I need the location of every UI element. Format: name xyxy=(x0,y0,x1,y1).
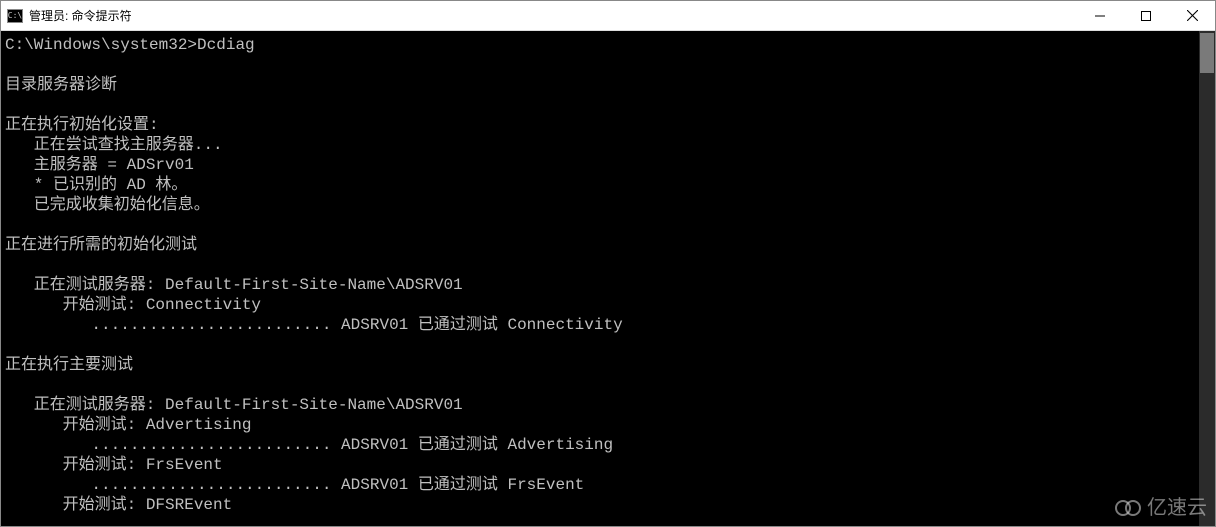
app-icon: C:\ xyxy=(7,9,23,23)
titlebar[interactable]: C:\ 管理员: 命令提示符 xyxy=(1,1,1215,31)
minimize-icon xyxy=(1095,11,1105,21)
window-title: 管理员: 命令提示符 xyxy=(29,7,132,24)
console-output: C:\Windows\system32>Dcdiag 目录服务器诊断 正在执行初… xyxy=(1,31,1215,526)
close-button[interactable] xyxy=(1169,1,1215,30)
scrollbar-thumb[interactable] xyxy=(1200,33,1214,73)
maximize-button[interactable] xyxy=(1123,1,1169,30)
window-controls xyxy=(1077,1,1215,30)
close-icon xyxy=(1187,10,1198,21)
maximize-icon xyxy=(1141,11,1151,21)
vertical-scrollbar[interactable] xyxy=(1199,31,1215,526)
minimize-button[interactable] xyxy=(1077,1,1123,30)
console-area[interactable]: C:\Windows\system32>Dcdiag 目录服务器诊断 正在执行初… xyxy=(1,31,1215,526)
command-prompt-window: C:\ 管理员: 命令提示符 C:\Windows\system32>Dcdia… xyxy=(0,0,1216,527)
